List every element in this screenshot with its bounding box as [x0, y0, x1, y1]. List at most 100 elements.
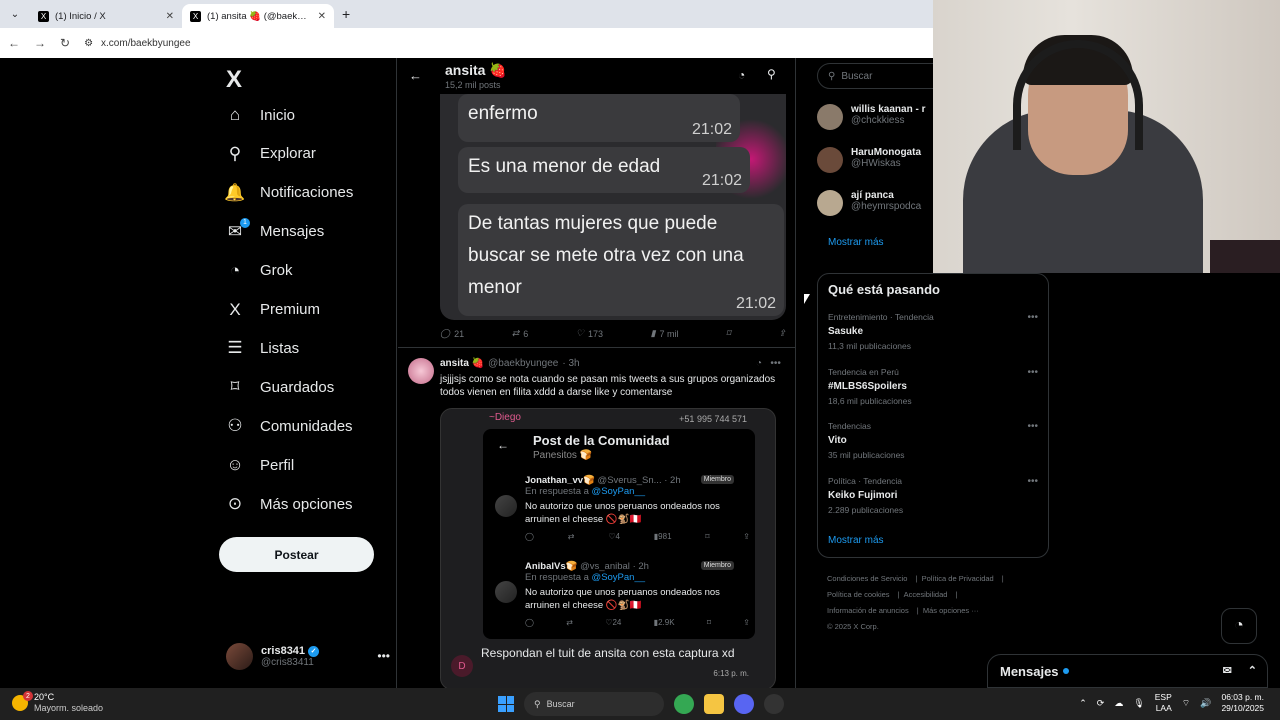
footer-link[interactable]: Política de Privacidad — [922, 574, 994, 583]
chat-time: 21:02 — [701, 172, 742, 189]
more-icon[interactable]: ••• — [1027, 367, 1038, 378]
post-button[interactable]: Postear — [219, 537, 374, 572]
browser-window: ⌄ X (1) Inicio / X ✕ X (1) ansita 🍓 (@ba… — [0, 0, 933, 58]
folder-icon[interactable] — [704, 694, 724, 714]
show-more-link[interactable]: Mostrar más — [828, 237, 884, 248]
tweet-image[interactable]: enfermo 21:02 Es una menor de edad 21:02 D… — [440, 94, 786, 320]
address-bar: ← → ↻ ⚙ x.com/baekbyungee — [0, 28, 933, 58]
nav-item-grok[interactable]: ◔ Grok — [226, 261, 293, 280]
whatsapp-message: Respondan el tuit de ansita con esta cap… — [481, 646, 735, 660]
tab-profile[interactable]: X (1) ansita 🍓 (@baekbyungee) ✕ — [182, 4, 334, 28]
nav-item-guardados[interactable]: ⌑ Guardados — [226, 377, 335, 396]
url-field[interactable]: ⚙ x.com/baekbyungee — [84, 38, 190, 49]
chrome-icon[interactable] — [674, 694, 694, 714]
grok-icon[interactable]: ◔ — [738, 68, 745, 82]
sync-icon[interactable]: ⟳ — [1097, 698, 1105, 709]
more-icon[interactable]: ••• — [1027, 421, 1038, 432]
more-icon[interactable]: ••• — [377, 649, 390, 663]
nav-item-inicio[interactable]: ⌂ Inicio — [226, 105, 295, 124]
grok-fab-icon[interactable]: ◔ — [1221, 608, 1257, 644]
site-info-icon[interactable]: ⚙ — [84, 38, 93, 49]
nav-item-mensajes[interactable]: ✉ 1 Mensajes — [226, 217, 324, 241]
trend-item[interactable]: Tendencias Vito 35 mil publicaciones ••• — [828, 421, 1038, 460]
chevron-up-icon[interactable]: ⌃ — [1079, 698, 1087, 709]
nav-item-más-opciones[interactable]: ⊙ Más opciones — [226, 494, 353, 513]
weather-widget[interactable]: 2 20°C Mayorm. soleado — [12, 691, 103, 714]
user-handle: @chckkiess — [851, 115, 905, 126]
tweet-text: jsjjjsjs como se nota cuando se pasan mi… — [440, 374, 776, 398]
nav-item-explorar[interactable]: ⚲ Explorar — [226, 144, 316, 163]
more-icon[interactable]: ••• — [1027, 476, 1038, 487]
retweet-button[interactable]: ⇄ 6 — [512, 328, 529, 339]
back-icon[interactable]: ← — [8, 36, 20, 50]
tweet-menu: ◔ ••• — [756, 358, 781, 369]
compose-message-icon[interactable]: ✉ — [1223, 664, 1232, 677]
trend-item[interactable]: Entretenimiento · Tendencia Sasuke 11,3 mi… — [828, 312, 1038, 351]
close-tab-icon[interactable]: ✕ — [166, 11, 174, 22]
tab-inicio[interactable]: X (1) Inicio / X ✕ — [30, 4, 182, 28]
chat-bubble: enfermo 21:02 — [458, 94, 740, 142]
expand-icon[interactable]: ⌃ — [1248, 664, 1257, 677]
share-button[interactable]: ⇪ — [778, 328, 786, 339]
mic-icon[interactable]: 🎙 — [1133, 698, 1144, 709]
reply-button[interactable]: ◯ 21 — [440, 328, 464, 339]
reply-to-handle: @SoyPan__ — [591, 486, 646, 497]
new-tab-icon[interactable]: + — [334, 6, 358, 22]
reload-icon[interactable]: ↻ — [60, 36, 70, 50]
discord-icon[interactable] — [734, 694, 754, 714]
chat-text: Es una menor de edad — [468, 156, 661, 177]
nav-item-premium[interactable]: X Premium — [226, 300, 320, 319]
footer-link[interactable]: Política de cookies — [827, 590, 890, 599]
trend-category: Tendencia en Perú — [828, 366, 899, 377]
reply-count: 21 — [454, 328, 465, 339]
show-more-link[interactable]: Mostrar más — [828, 535, 884, 546]
more-icon[interactable]: ••• — [1027, 312, 1038, 323]
wifi-icon[interactable]: ⌔ — [1182, 698, 1190, 709]
nav-item-listas[interactable]: ☰ Listas — [226, 338, 299, 357]
avatar[interactable] — [408, 358, 434, 384]
reply-author: Jonathan_vv🍞 — [525, 475, 595, 486]
tweet-image[interactable]: ~Diego +51 995 744 571 ← Post de la Comu… — [440, 408, 776, 688]
clock[interactable]: 06:03 p. m. 29/10/2025 — [1221, 692, 1264, 714]
forward-icon[interactable]: → — [34, 36, 46, 50]
grok-icon[interactable]: ◔ — [756, 358, 762, 369]
back-arrow-icon[interactable]: ← — [409, 68, 422, 83]
people-icon: ⚇ — [227, 416, 243, 436]
tab-search-icon[interactable]: ⌄ — [4, 3, 26, 25]
cloud-icon[interactable]: ☁ — [1114, 698, 1123, 709]
bookmark-button[interactable]: ⌑ — [726, 328, 731, 339]
footer-link[interactable]: Información de anuncios — [827, 606, 909, 615]
nav-label: Explorar — [260, 145, 316, 163]
x-logo-icon[interactable]: X — [226, 66, 242, 94]
author-handle[interactable]: @baekbyungee — [488, 358, 558, 369]
webcam-background — [1210, 240, 1280, 273]
messages-drawer[interactable]: Mensajes ✉ ⌃ — [987, 654, 1268, 688]
unread-dot — [1062, 668, 1069, 674]
footer-link[interactable]: Condiciones de Servicio — [827, 574, 907, 583]
author-name[interactable]: ansita 🍓 — [440, 358, 484, 369]
like-button[interactable]: ♡ 173 — [576, 328, 603, 339]
share-icon: ⇪ — [743, 618, 750, 627]
close-tab-icon[interactable]: ✕ — [318, 11, 326, 22]
footer-link[interactable]: Accesibilidad — [904, 590, 948, 599]
taskbar-search[interactable]: ⚲ Buscar — [524, 692, 664, 716]
views-button[interactable]: ▮ 7 mil — [651, 328, 679, 339]
nav-item-notificaciones[interactable]: 🔔 Notificaciones — [224, 183, 353, 202]
account-switcher[interactable]: cris8341 ✓ @cris83411 ••• — [226, 643, 390, 670]
card-title: Post de la Comunidad — [533, 433, 670, 448]
clock-date: 29/10/2025 — [1221, 703, 1264, 713]
app-icon[interactable] — [764, 694, 784, 714]
search-icon[interactable]: ⚲ — [767, 67, 776, 81]
footer-link[interactable]: Más opciones ··· — [923, 606, 979, 615]
nav-item-perfil[interactable]: ☺ Perfil — [226, 455, 294, 474]
windows-start-icon[interactable] — [498, 696, 514, 712]
nav-item-comunidades[interactable]: ⚇ Comunidades — [226, 416, 352, 436]
tab-title: (1) ansita 🍓 (@baekbyungee) — [207, 10, 312, 22]
volume-icon[interactable]: 🔊 — [1200, 698, 1211, 709]
reply-author: AnibalVs🍞 — [525, 561, 578, 572]
trend-item[interactable]: Tendencia en Perú #MLBS6Spoilers 18,6 mil … — [828, 367, 1038, 406]
trend-item[interactable]: Política · Tendencia Keiko Fujimori 2.289 … — [828, 476, 1038, 515]
envelope-icon: ✉ 1 — [226, 217, 250, 241]
language-indicator[interactable]: ESP LAA — [1155, 692, 1172, 714]
more-icon[interactable]: ••• — [770, 358, 781, 369]
